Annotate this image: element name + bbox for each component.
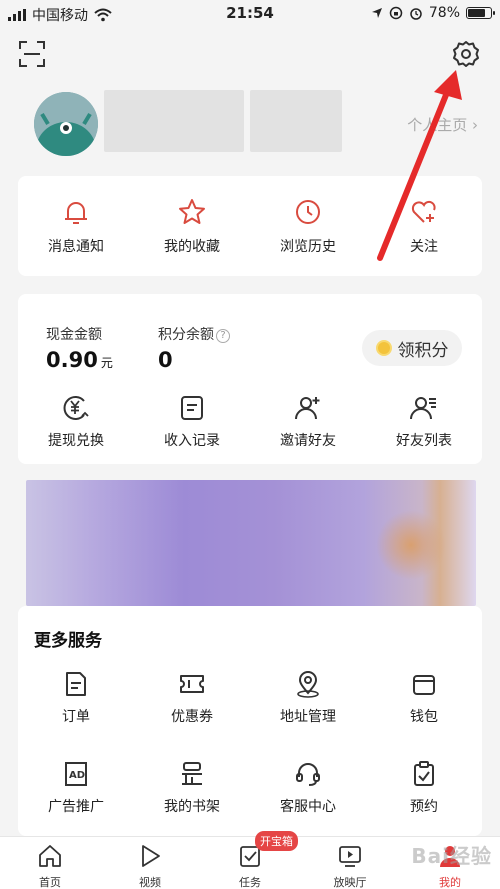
tab-cinema[interactable]: 放映厅 [300,837,400,889]
status-bar: 中国移动 21:54 78% [0,0,500,28]
tab-video[interactable]: 视频 [100,837,200,889]
treasure-box-badge[interactable]: 开宝箱 [255,831,298,851]
help-icon[interactable]: ? [216,329,230,343]
service-wallet[interactable]: 钱包 [366,670,482,726]
cash-unit: 元 [100,356,113,370]
yuan-exchange-icon [63,396,89,420]
tab-home[interactable]: 首页 [0,837,100,889]
location-icon [297,671,319,698]
income-record-button[interactable]: 收入记录 [134,394,250,450]
service-coupons-label: 优惠券 [171,709,213,725]
star-icon [179,199,205,224]
favorites-button[interactable]: 我的收藏 [134,198,250,256]
watermark-text: Bai经验 [411,844,492,868]
tab-tasks[interactable]: 任务 开宝箱 [200,831,300,889]
order-icon [66,672,86,696]
service-support[interactable]: 客服中心 [250,760,366,816]
username-blurred [104,90,244,152]
screen-icon [339,846,361,867]
cash-value: 0.90 [46,348,98,372]
tab-cinema-label: 放映厅 [333,876,367,889]
cash-amount[interactable]: 0.90 元 [46,348,113,372]
coin-icon [375,340,392,356]
home-icon [39,845,61,867]
invite-friends-button[interactable]: 邀请好友 [250,394,366,450]
tab-tasks-label: 任务 [239,876,261,889]
service-wallet-label: 钱包 [410,709,438,725]
service-ads[interactable]: AD 广告推广 [18,760,134,816]
service-support-label: 客服中心 [280,799,336,815]
clipboard-check-icon [414,761,434,786]
service-coupons[interactable]: 优惠券 [134,670,250,726]
tab-video-label: 视频 [139,876,161,889]
bookshelf-icon [182,762,202,785]
tab-mine-label: 我的 [439,876,461,889]
favorites-label: 我的收藏 [164,239,220,255]
location-arrow-icon [371,8,382,18]
top-bar [0,28,500,80]
notifications-button[interactable]: 消息通知 [18,198,134,256]
service-bookshelf-label: 我的书架 [164,799,220,815]
gear-icon[interactable] [452,40,480,68]
cash-label: 现金金额 [46,327,102,343]
service-bookshelf[interactable]: 我的书架 [134,760,250,816]
lock-rotation-icon [389,6,403,20]
service-address-label: 地址管理 [280,709,336,725]
wallet-card: 现金金额 0.90 元 积分余额? 0 领积分 提现兑换 收入记录 邀请好友 好友… [18,294,482,464]
play-icon [142,845,160,867]
invite-friends-label: 邀请好友 [280,433,336,449]
profile-page-link[interactable]: 个人主页 › [407,114,478,135]
ad-icon: AD [65,762,87,786]
points-label-row: 积分余额? [158,324,230,344]
more-services-card: 更多服务 订单 优惠券 地址管理 钱包 AD 广告推广 我的书架 客服中心 预约 [18,606,482,836]
service-ads-label: 广告推广 [48,799,104,815]
history-button[interactable]: 浏览历史 [250,198,366,256]
follow-label: 关注 [410,239,438,255]
follow-button[interactable]: 关注 [366,198,482,256]
friend-list-icon [410,397,436,420]
claim-points-button[interactable]: 领积分 [362,330,462,366]
service-reservation[interactable]: 预约 [366,760,482,816]
points-value[interactable]: 0 [158,348,173,372]
alarm-icon [410,8,422,20]
battery-percent: 78% [428,5,460,21]
user-id-blurred [250,90,342,152]
quick-actions-card: 消息通知 我的收藏 浏览历史 关注 [18,176,482,276]
withdraw-button[interactable]: 提现兑换 [18,394,134,450]
claim-points-label: 领积分 [397,340,449,361]
service-orders-label: 订单 [62,709,90,725]
clock-icon [296,200,320,224]
friend-list-label: 好友列表 [396,433,452,449]
income-record-label: 收入记录 [164,433,220,449]
scan-icon[interactable] [18,40,46,68]
points-label: 积分余额 [158,327,214,343]
profile-header: 个人主页 › [0,80,500,166]
withdraw-label: 提现兑换 [48,433,104,449]
history-label: 浏览历史 [280,239,336,255]
notifications-label: 消息通知 [48,239,104,255]
friend-list-button[interactable]: 好友列表 [366,394,482,450]
service-reservation-label: 预约 [410,799,438,815]
avatar[interactable] [34,92,98,156]
tab-home-label: 首页 [39,876,61,889]
service-address[interactable]: 地址管理 [250,670,366,726]
svg-text:AD: AD [69,770,85,781]
promo-banner[interactable] [26,480,476,606]
record-icon [181,396,203,420]
more-services-title: 更多服务 [34,631,102,651]
battery-icon [466,7,495,19]
service-orders[interactable]: 订单 [18,670,134,726]
coupon-icon [180,675,204,693]
wallet-icon [413,675,435,695]
heart-plus-icon [411,200,436,223]
add-friend-icon [295,397,320,420]
headset-icon [296,763,320,786]
bell-icon [65,202,87,224]
